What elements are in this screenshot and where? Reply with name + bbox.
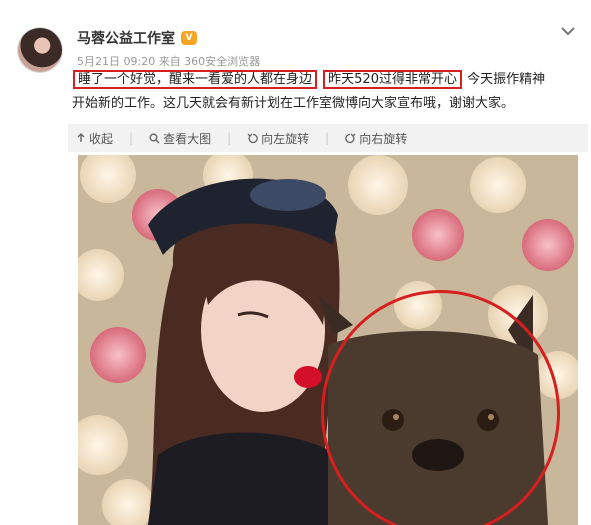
dog-highlight-circle xyxy=(321,290,560,525)
rotate-left-icon xyxy=(247,133,258,143)
rotate-right-label: 向右旋转 xyxy=(359,131,408,146)
author-name[interactable]: 马蓉公益工作室 V xyxy=(77,28,197,48)
collapse-label: 收起 xyxy=(89,131,114,146)
rotate-right-icon xyxy=(345,133,356,143)
rotate-right-button[interactable]: 向右旋转 xyxy=(345,130,407,147)
post-text-3: 今天振作精神 xyxy=(467,72,546,87)
author-link[interactable]: 马蓉公益工作室 xyxy=(77,28,175,48)
verified-badge-icon: V xyxy=(181,31,197,45)
image-toolbar: 收起 | 查看大图 | 向左旋转 | 向右旋转 xyxy=(68,124,588,152)
magnifier-icon xyxy=(149,133,160,143)
post-text-4: 开始新的工作。这几天就会有新计划在工作室微博向大家宣布哦，谢谢大家。 xyxy=(72,96,515,111)
view-large-button[interactable]: 查看大图 xyxy=(149,130,211,147)
rotate-left-label: 向左旋转 xyxy=(261,131,310,146)
rotate-left-button[interactable]: 向左旋转 xyxy=(247,130,309,147)
highlight-1: 睡了一个好觉，醒来一看爱的人都在身边 xyxy=(73,70,318,89)
avatar[interactable] xyxy=(18,28,62,72)
view-large-label: 查看大图 xyxy=(163,131,212,146)
divider: | xyxy=(227,131,232,145)
chevron-down-icon[interactable] xyxy=(559,22,577,40)
divider: | xyxy=(129,131,134,145)
collapse-button[interactable]: 收起 xyxy=(76,130,113,147)
divider: | xyxy=(325,131,330,145)
highlight-2: 昨天520过得非常开心 xyxy=(323,70,462,89)
post-text: 睡了一个好觉，醒来一看爱的人都在身边 昨天520过得非常开心 今天振作精神 开始… xyxy=(72,68,587,116)
post-photo[interactable] xyxy=(78,155,578,525)
girl-figure xyxy=(148,178,348,525)
post-meta: 5月21日 09:20 来自 360安全浏览器 xyxy=(77,55,261,68)
arrow-up-icon xyxy=(77,133,85,142)
